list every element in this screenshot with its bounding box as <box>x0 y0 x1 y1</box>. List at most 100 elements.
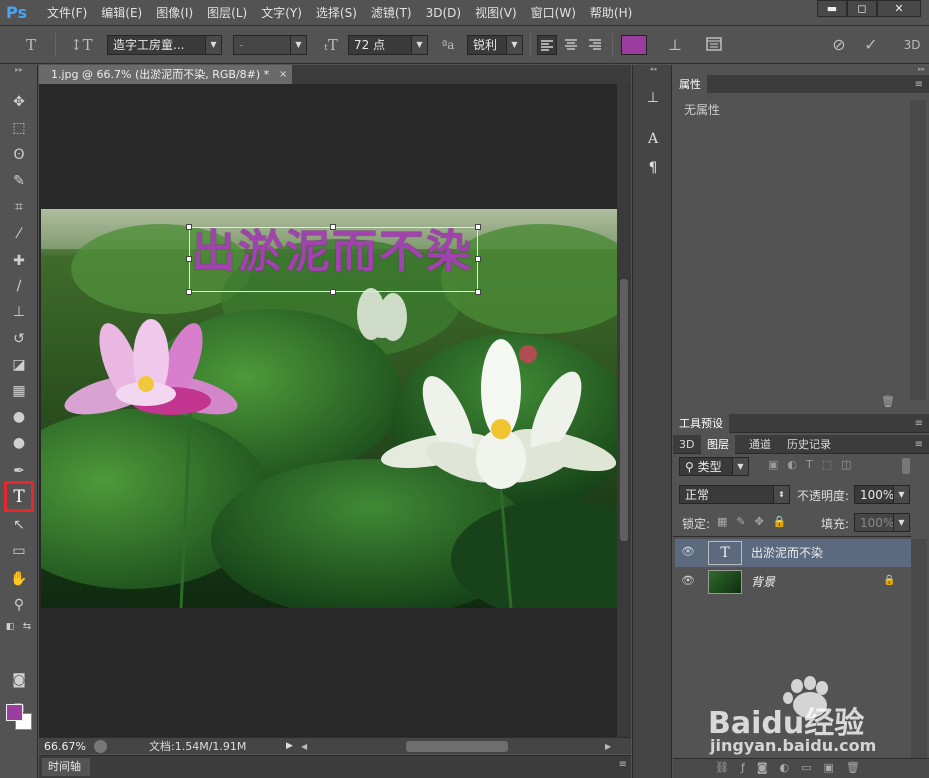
panel-menu-icon[interactable]: ≡ <box>915 435 923 454</box>
font-family-select[interactable]: 造字工房童... ▼ <box>107 35 222 55</box>
gradient-tool-icon[interactable]: ▦ <box>7 380 31 402</box>
move-tool-icon[interactable]: ✥ <box>7 91 31 113</box>
transform-handle[interactable] <box>330 289 336 295</box>
character-panel-button[interactable] <box>705 35 725 55</box>
menu-layer[interactable]: 图层(L) <box>200 0 254 26</box>
default-colors-icon[interactable]: ◧ <box>3 616 17 638</box>
quick-mask-icon[interactable]: ◙ <box>7 669 31 691</box>
panel-grip-icon[interactable]: ◂◂ <box>633 65 673 75</box>
menu-help[interactable]: 帮助(H) <box>583 0 639 26</box>
fill-input[interactable]: 100% ▼ <box>854 513 910 532</box>
transform-handle[interactable] <box>475 256 481 262</box>
vertical-scroll-thumb[interactable] <box>620 279 628 541</box>
transform-handle[interactable] <box>186 256 192 262</box>
blend-mode-select[interactable]: 正常 ⬍ <box>679 485 790 504</box>
warp-text-icon[interactable]: ⊥ <box>665 35 685 55</box>
layer-name[interactable]: 背景 <box>751 568 775 596</box>
visibility-eye-icon[interactable]: 👁 <box>681 574 695 588</box>
scroll-right-icon[interactable]: ▶ <box>605 738 611 755</box>
text-color-swatch[interactable] <box>621 35 647 55</box>
menu-edit[interactable]: 编辑(E) <box>94 0 149 26</box>
status-info-icon[interactable] <box>94 740 107 753</box>
paragraph-styles-icon[interactable]: ⊥ <box>641 87 665 109</box>
font-size-select[interactable]: 72 点 ▼ <box>348 35 428 55</box>
panel-grip-icon[interactable]: ▸▸ <box>918 65 925 73</box>
document-tab[interactable]: 1.jpg @ 66.7% (出淤泥而不染, RGB/8#) * <box>39 65 292 84</box>
text-orientation-icon[interactable]: ↕T <box>70 35 93 55</box>
brush-tool-icon[interactable]: ∕ <box>7 275 31 297</box>
hand-tool-icon[interactable]: ✋ <box>7 568 31 590</box>
tab-layers[interactable]: 图层 <box>701 435 735 454</box>
zoom-tool-icon[interactable]: ⚲ <box>7 594 31 616</box>
transform-handle[interactable] <box>475 289 481 295</box>
layer-filter-select[interactable]: ⚲ 类型 ▼ <box>679 457 749 476</box>
menu-filter[interactable]: 滤镜(T) <box>364 0 419 26</box>
lock-icons[interactable]: ▦✎✥🔒 <box>717 515 796 528</box>
healing-brush-tool-icon[interactable]: ✚ <box>7 250 31 272</box>
eyedropper-tool-icon[interactable]: ⁄ <box>7 223 31 245</box>
quick-select-tool-icon[interactable]: ✎ <box>7 170 31 192</box>
status-menu-arrow-icon[interactable]: ▶ <box>286 738 293 755</box>
marquee-tool-icon[interactable]: ⬚ <box>7 117 31 139</box>
layer-row-background[interactable]: 👁 背景 🔒 <box>675 568 911 596</box>
tab-history[interactable]: 历史记录 <box>781 435 837 454</box>
panel-menu-icon[interactable]: ≡ <box>619 759 627 770</box>
clone-stamp-tool-icon[interactable]: ⊥ <box>7 301 31 323</box>
cancel-icon[interactable]: ⊘ <box>828 35 850 55</box>
layer-name[interactable]: 出淤泥而不染 <box>751 539 823 567</box>
foreground-color-swatch[interactable] <box>6 704 23 721</box>
lasso-tool-icon[interactable]: ʘ <box>7 144 31 166</box>
horizontal-scroll-thumb[interactable] <box>406 741 508 752</box>
scroll-left-icon[interactable]: ◀ <box>301 738 307 755</box>
properties-tab[interactable]: 属性 <box>673 75 707 94</box>
font-style-select[interactable]: - ▼ <box>233 35 307 55</box>
rectangle-tool-icon[interactable]: ▭ <box>7 540 31 562</box>
timeline-tab[interactable]: 时间轴 <box>42 758 90 776</box>
close-button[interactable]: ✕ <box>877 0 921 17</box>
text-bounding-box[interactable] <box>186 224 481 295</box>
transform-handle[interactable] <box>330 224 336 230</box>
3d-button[interactable]: 3D <box>900 35 924 55</box>
menu-type[interactable]: 文字(Y) <box>254 0 309 26</box>
panel-menu-icon[interactable]: ≡ <box>915 75 923 94</box>
dodge-tool-icon[interactable]: ● <box>7 432 31 454</box>
align-center-button[interactable] <box>562 35 582 55</box>
eraser-tool-icon[interactable]: ◪ <box>7 354 31 376</box>
tab-3d[interactable]: 3D <box>673 435 700 454</box>
minimize-button[interactable]: ▬ <box>817 0 847 17</box>
tab-channels[interactable]: 通道 <box>743 435 777 454</box>
align-left-button[interactable] <box>537 35 557 55</box>
menu-window[interactable]: 窗口(W) <box>524 0 583 26</box>
transform-handle[interactable] <box>186 289 192 295</box>
visibility-eye-icon[interactable]: 👁 <box>681 545 695 559</box>
menu-3d[interactable]: 3D(D) <box>419 0 468 26</box>
path-selection-tool-icon[interactable]: ↖ <box>7 514 31 536</box>
align-right-button[interactable] <box>586 35 606 55</box>
opacity-input[interactable]: 100% ▼ <box>854 485 910 504</box>
trash-icon[interactable]: 🗑 <box>881 395 895 408</box>
layer-filter-icons[interactable]: ▣◐T⬚◫ <box>768 458 861 471</box>
paragraph-panel-icon[interactable]: ¶ <box>641 157 665 179</box>
swap-colors-icon[interactable]: ⇆ <box>20 616 34 638</box>
crop-tool-icon[interactable]: ⌗ <box>7 196 31 218</box>
document-size[interactable]: 文档:1.54M/1.91M <box>149 738 246 755</box>
blur-tool-icon[interactable]: ● <box>7 406 31 428</box>
tool-presets-tab[interactable]: 工具预设 <box>673 414 729 433</box>
transform-handle[interactable] <box>475 224 481 230</box>
layer-row-text[interactable]: 👁 T 出淤泥而不染 <box>675 539 911 567</box>
antialias-select[interactable]: 锐利 ▼ <box>467 35 523 55</box>
menu-select[interactable]: 选择(S) <box>309 0 364 26</box>
menu-image[interactable]: 图像(I) <box>149 0 200 26</box>
history-brush-tool-icon[interactable]: ↺ <box>7 328 31 350</box>
panel-menu-icon[interactable]: ≡ <box>915 414 923 433</box>
properties-scrollbar[interactable] <box>910 100 926 400</box>
transform-handle[interactable] <box>186 224 192 230</box>
close-tab-icon[interactable]: × <box>279 65 291 84</box>
commit-icon[interactable]: ✓ <box>860 35 882 55</box>
menu-file[interactable]: 文件(F) <box>40 0 94 26</box>
character-panel-icon[interactable]: A <box>641 128 665 150</box>
maximize-button[interactable]: ◻ <box>847 0 877 17</box>
vertical-scrollbar[interactable] <box>617 84 631 737</box>
layers-scrollbar[interactable] <box>911 539 927 761</box>
pen-tool-icon[interactable]: ✒ <box>7 460 31 482</box>
